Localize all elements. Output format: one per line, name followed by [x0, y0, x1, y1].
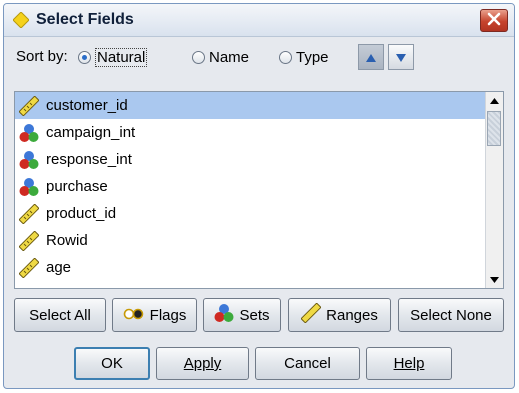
range-ruler-icon [19, 257, 39, 278]
field-name: response_int [46, 151, 132, 168]
field-row[interactable]: Rowid [15, 227, 486, 254]
set-balls-icon [19, 177, 39, 197]
range-ruler-icon [19, 95, 39, 116]
select-all-button[interactable]: Select All [14, 298, 106, 332]
ok-label: OK [101, 355, 123, 372]
field-row[interactable]: campaign_int [15, 119, 486, 146]
select-all-label: Select All [29, 306, 91, 324]
sort-option-natural[interactable]: Natural [78, 44, 148, 70]
field-name: purchase [46, 178, 108, 195]
select-none-label: Select None [410, 306, 492, 324]
field-row[interactable]: age [15, 254, 486, 281]
field-list[interactable]: customer_id campaign_int response_intpurch… [14, 91, 504, 289]
field-name: product_id [46, 205, 117, 222]
radio-name[interactable] [192, 50, 205, 64]
range-ruler-icon [19, 230, 39, 251]
field-row[interactable]: product_id [15, 200, 486, 227]
cancel-label: Cancel [284, 355, 331, 372]
field-name: customer_id [46, 97, 128, 114]
set-balls-icon [19, 150, 39, 170]
sets-label: Sets [239, 306, 270, 324]
apply-button[interactable]: Apply [156, 347, 249, 380]
help-label: Help [393, 355, 425, 372]
select-none-button[interactable]: Select None [398, 298, 504, 332]
ok-button[interactable]: OK [74, 347, 150, 380]
flag-icon [123, 307, 145, 324]
sort-ascending-button[interactable] [358, 44, 384, 70]
flags-label: Flags [149, 306, 187, 324]
sort-by-label: Sort by: [16, 48, 68, 65]
sort-option-label: Name [209, 48, 250, 66]
sort-descending-icon [396, 49, 406, 66]
range-ruler-icon [301, 303, 322, 327]
flags-button[interactable]: Flags [112, 298, 197, 332]
help-button[interactable]: Help [366, 347, 452, 380]
cancel-button[interactable]: Cancel [255, 347, 360, 380]
scroll-down-button[interactable] [486, 271, 503, 288]
ranges-button[interactable]: Ranges [288, 298, 391, 332]
set-balls-icon [19, 123, 39, 143]
field-name: campaign_int [46, 124, 136, 141]
sort-descending-button[interactable] [388, 44, 414, 70]
range-ruler-icon [19, 203, 39, 224]
sort-bar: Sort by: Natural Name Type [16, 44, 504, 70]
sets-button[interactable]: Sets [203, 298, 281, 332]
field-row[interactable]: response_int [15, 146, 486, 173]
field-rows: customer_id campaign_int response_intpurch… [15, 92, 486, 288]
ranges-label: Ranges [326, 306, 378, 324]
field-row[interactable]: purchase [15, 173, 486, 200]
title-bar: Select Fields [4, 4, 514, 37]
radio-natural[interactable] [78, 50, 91, 64]
set-balls-icon [214, 303, 234, 327]
scroll-up-button[interactable] [486, 92, 503, 109]
field-name: age [46, 259, 72, 276]
field-row[interactable]: customer_id [15, 92, 486, 119]
vertical-scrollbar[interactable] [485, 92, 503, 288]
scroll-thumb[interactable] [487, 111, 501, 146]
sort-option-name[interactable]: Name [192, 44, 249, 70]
close-button[interactable] [480, 9, 508, 32]
diamond-icon [12, 11, 30, 29]
sort-option-type[interactable]: Type [279, 44, 329, 70]
sort-ascending-icon [366, 49, 376, 66]
radio-type[interactable] [279, 50, 292, 64]
field-name: Rowid [46, 232, 88, 249]
close-icon [487, 12, 501, 30]
dialog-title: Select Fields [36, 11, 134, 28]
sort-option-label: Natural [95, 47, 148, 67]
select-fields-dialog: Select Fields Sort by: Natural Name Type [3, 3, 515, 389]
apply-label: Apply [183, 355, 222, 372]
sort-option-label: Type [296, 48, 329, 66]
